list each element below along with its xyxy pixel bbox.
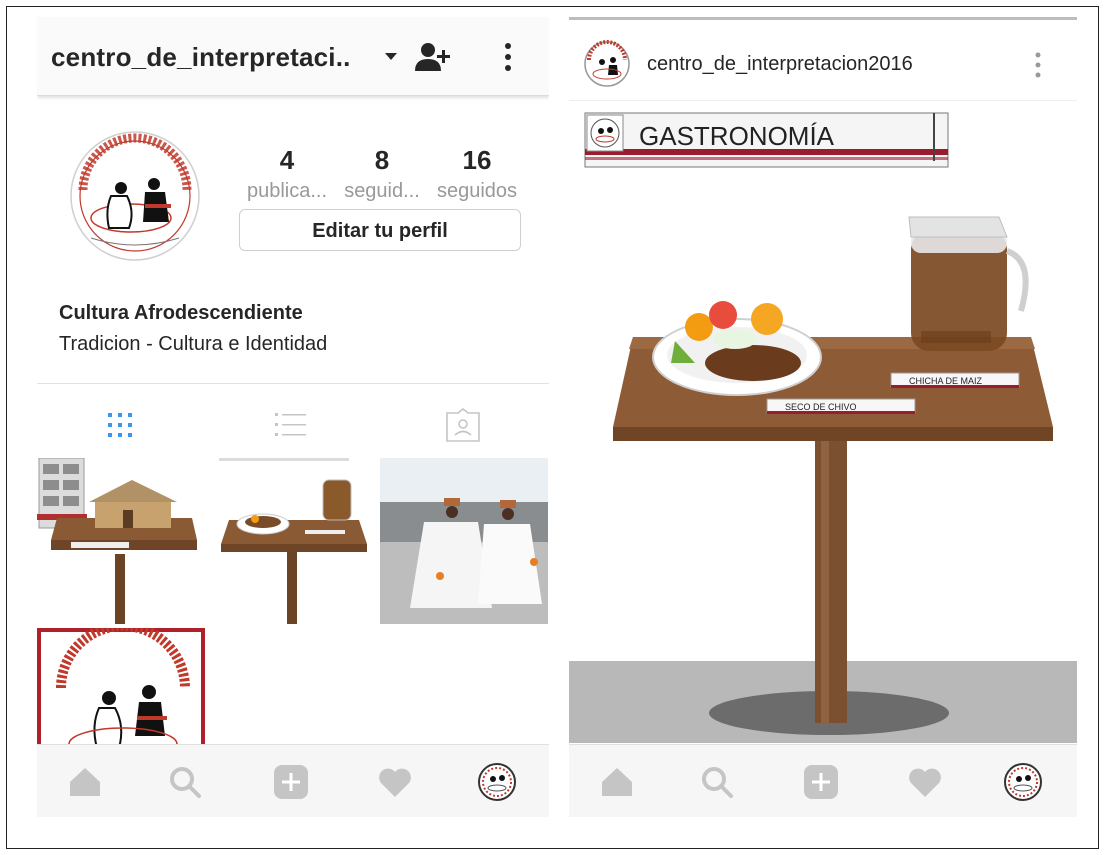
food-label: SECO DE CHIVO bbox=[785, 402, 857, 412]
tagged-icon[interactable] bbox=[443, 405, 483, 445]
post-author-avatar[interactable] bbox=[583, 40, 631, 88]
heart-icon[interactable] bbox=[375, 762, 415, 802]
grid-post-dancers[interactable] bbox=[380, 458, 548, 624]
post-header: centro_de_interpretacion2016 bbox=[569, 20, 1077, 101]
profile-top-bar: centro_de_interpretaci.. bbox=[37, 17, 549, 96]
stat-posts-label: publica... bbox=[246, 180, 328, 202]
home-icon[interactable] bbox=[65, 762, 105, 802]
drink-label: CHICHA DE MAIZ bbox=[909, 376, 983, 386]
gastronomia-banner: GASTRONOMÍA bbox=[584, 112, 949, 168]
bio-text: Tradicion - Cultura e Identidad bbox=[59, 333, 328, 355]
home-icon[interactable] bbox=[597, 762, 637, 802]
stat-following-value: 16 bbox=[462, 145, 492, 175]
profile-avatar-logo[interactable] bbox=[69, 130, 202, 263]
profile-avatar-icon[interactable] bbox=[1003, 762, 1043, 802]
more-options-icon[interactable] bbox=[1033, 50, 1043, 80]
stat-following-label: seguidos bbox=[436, 180, 518, 202]
section-divider bbox=[37, 383, 549, 384]
more-options-icon[interactable] bbox=[502, 41, 514, 73]
banner-title: GASTRONOMÍA bbox=[639, 121, 835, 151]
add-user-icon[interactable] bbox=[412, 41, 454, 73]
stat-followers-value: 8 bbox=[374, 145, 390, 175]
search-icon[interactable] bbox=[697, 762, 737, 802]
heart-icon[interactable] bbox=[905, 762, 945, 802]
profile-username[interactable]: centro_de_interpretaci.. bbox=[51, 42, 351, 73]
stat-posts[interactable]: 4 publica... bbox=[237, 145, 337, 203]
stat-followers-label: seguid... bbox=[344, 180, 420, 202]
post-image[interactable]: GASTRONOMÍA SECO DE CHIVO CHICHA DE MAIZ bbox=[569, 101, 1077, 743]
bottom-nav-right bbox=[569, 744, 1077, 817]
stat-following[interactable]: 16 seguidos bbox=[427, 145, 527, 203]
add-icon[interactable] bbox=[801, 762, 841, 802]
label-seco-de-chivo: SECO DE CHIVO bbox=[766, 398, 916, 414]
chevron-down-icon[interactable] bbox=[380, 45, 402, 67]
grid-post-house[interactable] bbox=[37, 458, 205, 624]
add-icon[interactable] bbox=[271, 762, 311, 802]
post-author-username[interactable]: centro_de_interpretacion2016 bbox=[647, 53, 913, 76]
label-chicha-de-maiz: CHICHA DE MAIZ bbox=[890, 372, 1020, 388]
grid-icon[interactable] bbox=[100, 405, 140, 445]
stat-posts-value: 4 bbox=[279, 145, 295, 175]
search-icon[interactable] bbox=[165, 762, 205, 802]
bio-name: Cultura Afrodescendiente bbox=[59, 302, 303, 324]
stat-followers[interactable]: 8 seguid... bbox=[332, 145, 432, 203]
list-icon[interactable] bbox=[271, 405, 311, 445]
post-screen: centro_de_interpretacion2016 GASTRONOMÍA bbox=[569, 17, 1077, 817]
profile-avatar-icon[interactable] bbox=[477, 762, 517, 802]
edit-profile-button[interactable]: Editar tu perfil bbox=[239, 209, 521, 251]
grid-post-gastronomia[interactable] bbox=[209, 458, 377, 624]
profile-screen: centro_de_interpretaci.. 4 publica... 8 … bbox=[37, 17, 549, 817]
bottom-nav-left bbox=[37, 744, 549, 817]
